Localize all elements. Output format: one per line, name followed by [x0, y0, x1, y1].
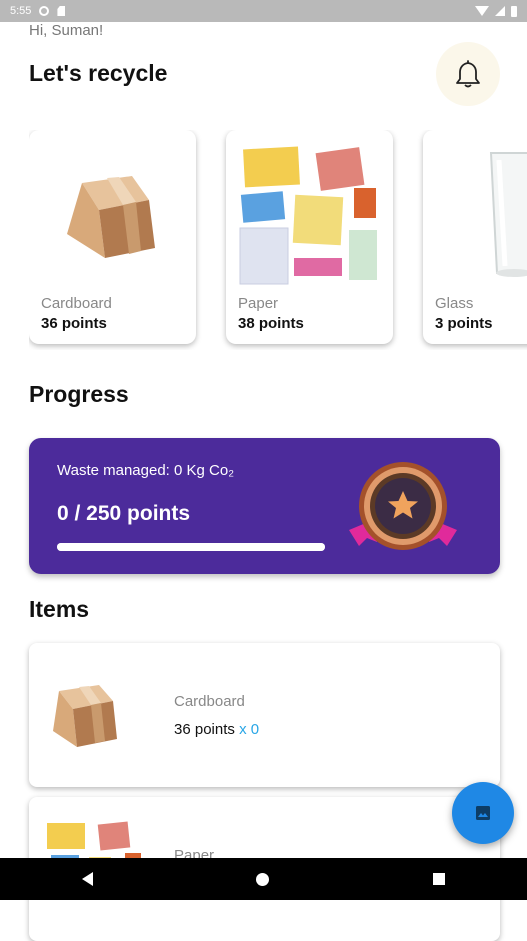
bell-icon — [456, 60, 480, 88]
home-icon[interactable] — [256, 872, 270, 886]
image-icon — [476, 806, 490, 820]
greeting-text: Hi, Suman! — [29, 22, 104, 39]
category-card-cardboard[interactable]: Cardboard 36 points — [29, 130, 196, 344]
system-navigation-bar — [0, 858, 527, 900]
item-name: Cardboard — [174, 693, 245, 710]
back-icon[interactable] — [81, 872, 93, 886]
points-total-text: 0 / 250 points — [57, 502, 191, 525]
item-points: 36 points x 0 — [174, 721, 259, 738]
medal-icon — [349, 462, 457, 550]
cardboard-box-image — [67, 176, 155, 258]
signal-icon — [495, 6, 505, 16]
category-points: 36 points — [41, 315, 107, 332]
item-multiplier: x 0 — [239, 721, 260, 738]
items-section-title: Items — [29, 596, 90, 622]
add-image-fab[interactable] — [452, 782, 514, 844]
category-label: Paper — [238, 295, 279, 312]
category-card-glass[interactable]: Glass 3 points — [423, 130, 527, 344]
notification-button[interactable] — [436, 42, 500, 106]
item-points-value: 36 points — [174, 721, 235, 738]
category-card-paper[interactable]: Paper 38 points — [226, 130, 393, 344]
cardboard-thumbnail — [53, 685, 117, 747]
page-title: Let's recycle — [29, 60, 168, 86]
sdcard-status-icon — [57, 6, 66, 16]
progress-section-title: Progress — [29, 381, 129, 407]
status-time: 5:55 — [10, 5, 32, 17]
settings-status-icon — [39, 6, 50, 16]
recents-icon[interactable] — [433, 873, 446, 885]
glass-image — [489, 152, 527, 277]
progress-bar-fill — [57, 543, 325, 551]
category-label: Glass — [435, 295, 474, 312]
status-bar: 5:55 — [0, 0, 527, 22]
waste-managed-text: Waste managed: 0 Kg Co₂ — [57, 462, 235, 479]
category-label: Cardboard — [41, 295, 112, 312]
list-item[interactable]: Cardboard 36 points x 0 — [29, 643, 500, 787]
wifi-icon — [475, 6, 489, 16]
paper-notes-image — [239, 146, 377, 285]
progress-bar — [57, 543, 325, 551]
category-points: 38 points — [238, 315, 304, 332]
battery-icon — [511, 5, 517, 17]
category-points: 3 points — [435, 315, 493, 332]
category-carousel[interactable]: Cardboard 36 points Paper 38 points Glas… — [29, 130, 527, 350]
progress-card: Waste managed: 0 Kg Co₂ 0 / 250 points — [29, 438, 500, 574]
